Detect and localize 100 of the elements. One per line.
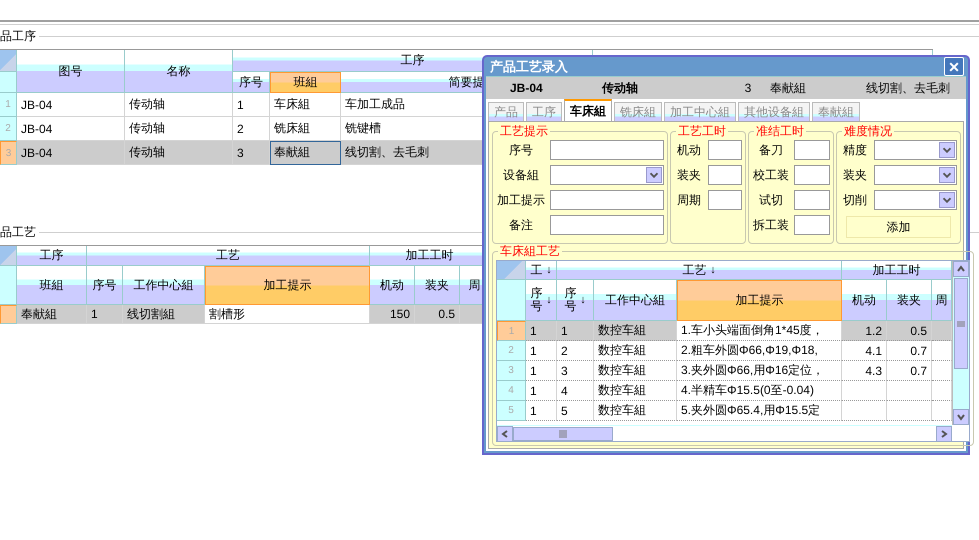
column-header[interactable]: 装夹	[415, 266, 460, 305]
scroll-left-button[interactable]	[497, 426, 513, 442]
chevron-down-icon	[956, 412, 966, 422]
column-group-header: 加工工时	[842, 261, 952, 280]
table-cell: 0.5	[415, 305, 460, 324]
text-field[interactable]	[794, 215, 830, 235]
column-header[interactable]: 加工提示	[677, 280, 842, 321]
table-cell	[932, 361, 952, 381]
group-title: 工艺工时	[677, 124, 727, 138]
table-cell: 传动轴	[125, 117, 233, 141]
table-cell: 割槽形	[205, 305, 370, 324]
column-header[interactable]: 工作中心組	[123, 266, 205, 305]
text-field[interactable]	[708, 140, 742, 160]
chevron-down-icon	[939, 192, 955, 208]
scroll-down-button[interactable]	[953, 409, 969, 425]
table-cell: 0.7	[887, 361, 932, 381]
table-cell: 数控车組	[594, 381, 677, 401]
row-header	[497, 280, 526, 321]
table-cell: JB-04	[17, 117, 125, 141]
table-cell: 1	[526, 341, 557, 361]
group-title: 工艺提示	[499, 124, 549, 138]
column-header[interactable]: 名称	[125, 50, 233, 93]
horizontal-scrollbar[interactable]	[497, 425, 952, 441]
column-group-header: 工序	[17, 246, 87, 266]
column-header[interactable]: 机动	[370, 266, 415, 305]
grip-icon	[957, 320, 965, 326]
field-label: 装夹	[842, 166, 868, 184]
dropdown-field[interactable]	[550, 165, 664, 185]
chevron-down-icon	[939, 142, 955, 158]
field-label: 校工装	[752, 166, 790, 184]
field-label: 精度	[842, 142, 868, 158]
table-cell	[932, 401, 952, 421]
table-cell	[932, 321, 952, 341]
vertical-scrollbar[interactable]	[952, 261, 969, 425]
chevron-down-icon	[646, 167, 662, 183]
column-group-header: 工艺 ↓	[557, 261, 842, 280]
text-field[interactable]	[794, 190, 830, 210]
table-cell: 1	[526, 361, 557, 381]
scroll-thumb[interactable]	[954, 278, 968, 369]
record-field: 奉献組	[770, 80, 866, 96]
table-cell: 4	[557, 381, 594, 401]
group-title: 准结工时	[755, 124, 805, 138]
text-field[interactable]	[708, 190, 742, 210]
table-cell: JB-04	[17, 93, 125, 117]
dropdown-field[interactable]	[874, 190, 957, 210]
table-cell: 铣床組	[270, 117, 341, 141]
table-cell: 线切割組	[123, 305, 205, 324]
table-cell: 数控车組	[594, 321, 677, 341]
text-field[interactable]	[550, 140, 664, 160]
field-label: 周期	[676, 192, 702, 208]
text-field[interactable]	[794, 165, 830, 185]
column-header[interactable]: 序号	[87, 266, 123, 305]
scroll-right-button[interactable]	[936, 426, 952, 442]
table-cell: 150	[370, 305, 415, 324]
chevron-right-icon	[939, 428, 949, 438]
record-field: 传动轴	[602, 80, 726, 96]
text-field[interactable]	[550, 190, 664, 210]
text-field[interactable]	[708, 165, 742, 185]
field-label: 切削	[842, 192, 868, 208]
table-cell: 5	[557, 401, 594, 421]
table-cell: 3.夹外圆Φ66,用Φ16定位，	[677, 361, 842, 381]
scroll-thumb[interactable]	[513, 426, 613, 440]
row-header[interactable]	[0, 305, 17, 324]
table-cell: 2	[557, 341, 594, 361]
column-header[interactable]: 班組	[270, 72, 341, 93]
table-cell: JB-04	[17, 141, 125, 165]
text-field[interactable]	[550, 215, 664, 235]
table-cell: 1	[526, 381, 557, 401]
column-header[interactable]: 机动	[842, 280, 887, 321]
record-field: 线切割、去毛刺	[866, 80, 979, 96]
column-header[interactable]: 装夹	[887, 280, 932, 321]
field-label: 试切	[758, 192, 784, 208]
field-label: 备注	[508, 216, 534, 234]
field-label: 加工提示	[496, 192, 546, 208]
column-group-header: 工艺	[87, 246, 370, 266]
dropdown-field[interactable]	[874, 140, 957, 160]
column-header[interactable]: 班組	[17, 266, 87, 305]
table-cell: 4.半精车Φ15.5(0至-0.04)	[677, 381, 842, 401]
column-header[interactable]: 工作中心組	[594, 280, 677, 321]
table-cell: 1	[526, 401, 557, 421]
table-cell: 数控车組	[594, 361, 677, 381]
column-header[interactable]: 图号	[17, 50, 125, 93]
column-header[interactable]: 加工提示	[205, 266, 370, 305]
table-cell: 传动轴	[125, 93, 233, 117]
column-group-header: 工 ↓	[526, 261, 557, 280]
column-header[interactable]: 周	[932, 280, 952, 321]
section-title: 品工艺	[0, 224, 36, 240]
tab[interactable]: 车床組	[564, 99, 612, 121]
table-cell: 3	[233, 141, 270, 165]
column-header[interactable]: 序号	[233, 72, 270, 93]
table-cell	[932, 381, 952, 401]
add-button[interactable]: 添加	[846, 216, 951, 238]
table-cell: 4.3	[842, 361, 887, 381]
scroll-up-button[interactable]	[953, 261, 969, 277]
dropdown-field[interactable]	[874, 165, 957, 185]
text-field[interactable]	[794, 140, 830, 160]
close-button[interactable]: ×	[944, 57, 964, 76]
table-cell: 0.5	[887, 321, 932, 341]
field-label: 装夹	[676, 166, 702, 184]
table-cell: 4.1	[842, 341, 887, 361]
